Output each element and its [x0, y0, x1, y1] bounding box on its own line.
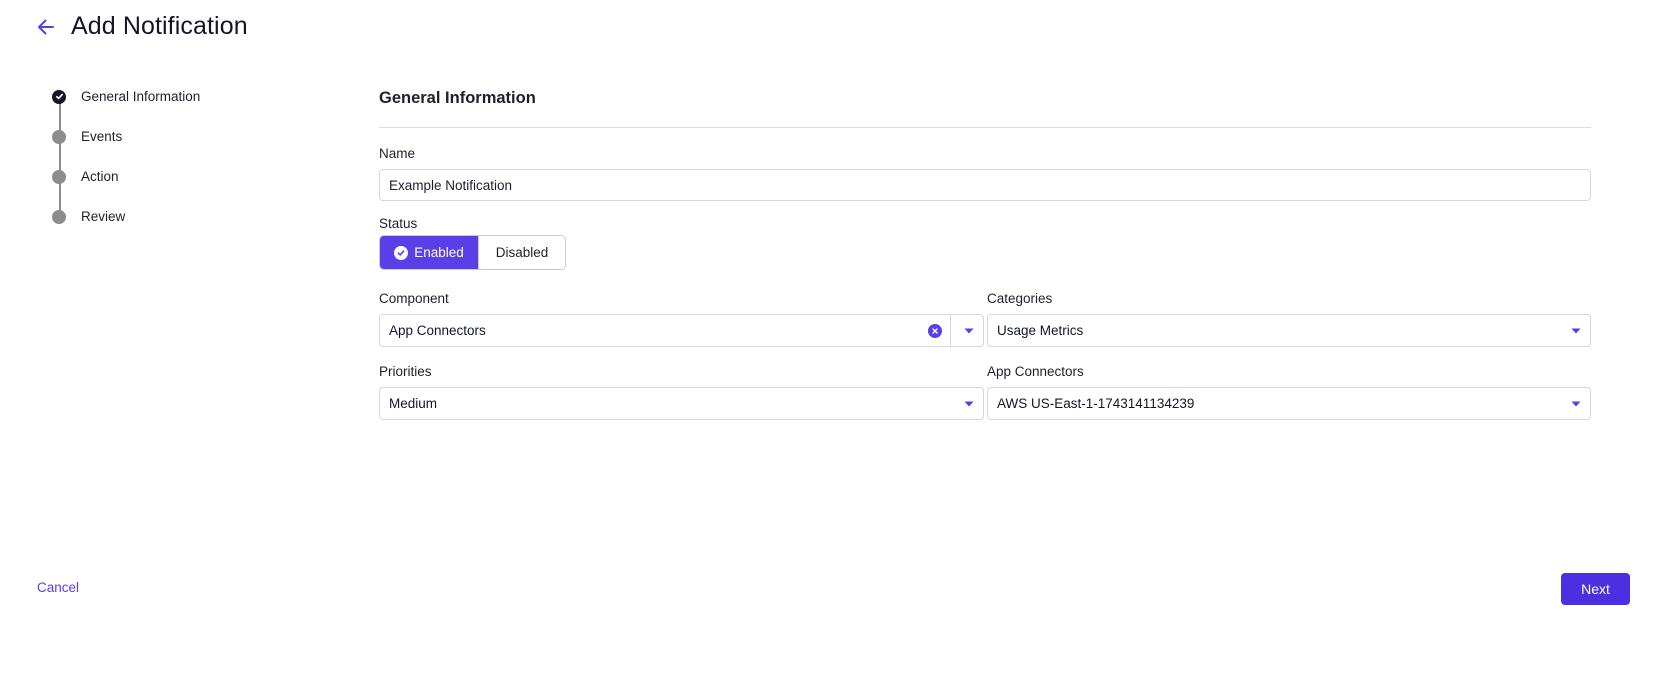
step-dot-icon: [52, 209, 66, 224]
arrow-left-icon: [36, 17, 56, 42]
stepper-line: [59, 97, 61, 217]
step-action[interactable]: Action: [52, 169, 119, 184]
status-enabled-option[interactable]: Enabled: [380, 236, 478, 269]
step-dot-icon: [52, 129, 66, 144]
status-enabled-label: Enabled: [414, 245, 464, 260]
name-label: Name: [379, 146, 416, 161]
back-button[interactable]: [34, 17, 58, 41]
chevron-down-icon[interactable]: [959, 315, 979, 346]
component-value: App Connectors: [389, 323, 486, 338]
status-label: Status: [379, 216, 418, 231]
section-title: General Information: [379, 89, 536, 107]
chevron-down-icon: [959, 388, 979, 419]
app-connectors-value: AWS US-East-1-1743141134239: [997, 396, 1195, 411]
component-select[interactable]: App Connectors: [379, 314, 984, 347]
status-toggle: Enabled Disabled: [379, 235, 566, 270]
chevron-down-icon: [1566, 315, 1586, 346]
step-general-information[interactable]: General Information: [52, 89, 200, 104]
name-input[interactable]: [379, 169, 1591, 201]
step-events[interactable]: Events: [52, 129, 122, 144]
component-label: Component: [379, 291, 449, 306]
page-title: Add Notification: [71, 12, 248, 40]
priorities-value: Medium: [389, 396, 438, 411]
step-label: Action: [81, 169, 119, 184]
priorities-label: Priorities: [379, 364, 432, 379]
step-label: Review: [81, 209, 126, 224]
check-circle-icon: [394, 245, 409, 260]
categories-label: Categories: [987, 291, 1053, 306]
cancel-button[interactable]: Cancel: [37, 580, 79, 595]
next-button[interactable]: Next: [1561, 573, 1630, 605]
status-disabled-option[interactable]: Disabled: [478, 236, 565, 269]
chevron-down-icon: [1566, 388, 1586, 419]
section-divider: [379, 127, 1591, 128]
priorities-select[interactable]: Medium: [379, 387, 984, 420]
categories-select[interactable]: Usage Metrics: [987, 314, 1591, 347]
step-review[interactable]: Review: [52, 209, 125, 224]
app-connectors-label: App Connectors: [987, 364, 1084, 379]
app-connectors-select[interactable]: AWS US-East-1-1743141134239: [987, 387, 1591, 420]
status-disabled-label: Disabled: [495, 245, 549, 260]
check-icon: [52, 89, 66, 104]
step-label: General Information: [81, 89, 201, 104]
step-dot-icon: [52, 169, 66, 184]
step-label: Events: [81, 129, 123, 144]
categories-value: Usage Metrics: [997, 323, 1084, 338]
add-notification-page: Add Notification General Information Eve…: [0, 0, 1656, 678]
select-separator: [950, 315, 951, 346]
clear-icon[interactable]: [928, 323, 942, 338]
